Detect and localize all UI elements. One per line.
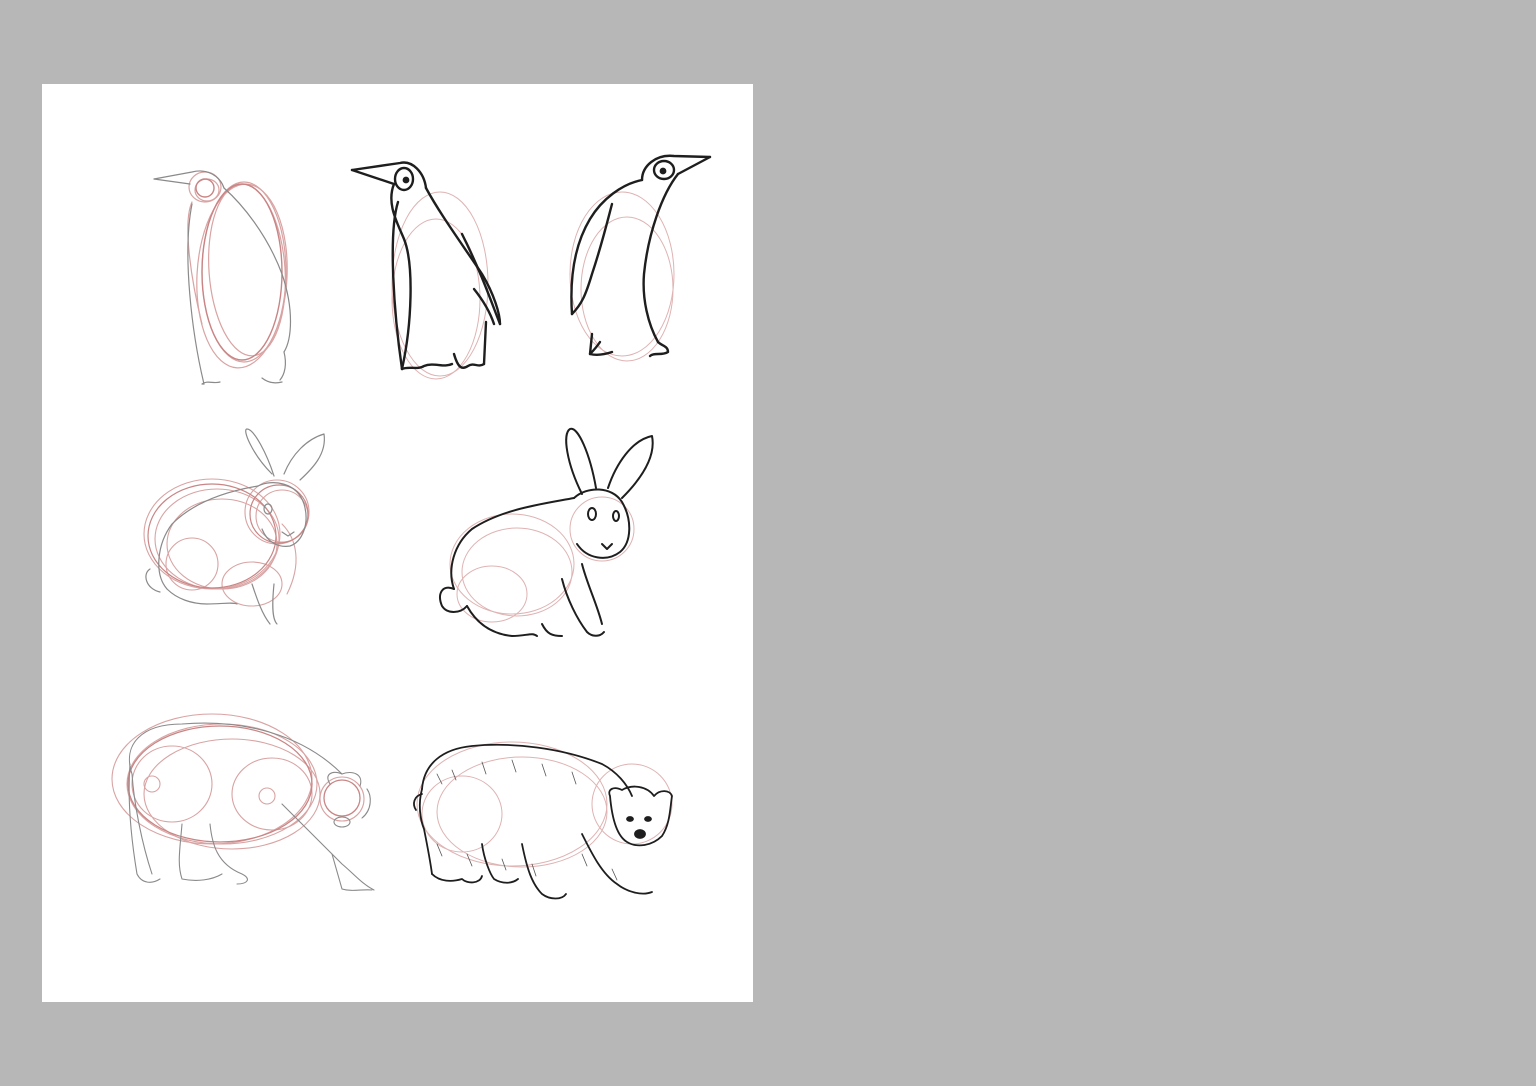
- penguin-sketch-construction: [153, 170, 292, 385]
- canvas-workspace[interactable]: [0, 0, 1536, 1086]
- sketch-artwork: [111, 154, 712, 900]
- drawing-page[interactable]: [42, 84, 753, 1002]
- penguin-sketch-inked-1: [350, 161, 502, 380]
- polar-bear-sketch-inked: [413, 741, 673, 900]
- penguin-sketch-inked-2: [569, 154, 712, 362]
- rabbit-sketch-inked: [439, 427, 654, 637]
- rabbit-sketch-construction: [143, 428, 325, 625]
- polar-bear-sketch-construction: [111, 713, 375, 891]
